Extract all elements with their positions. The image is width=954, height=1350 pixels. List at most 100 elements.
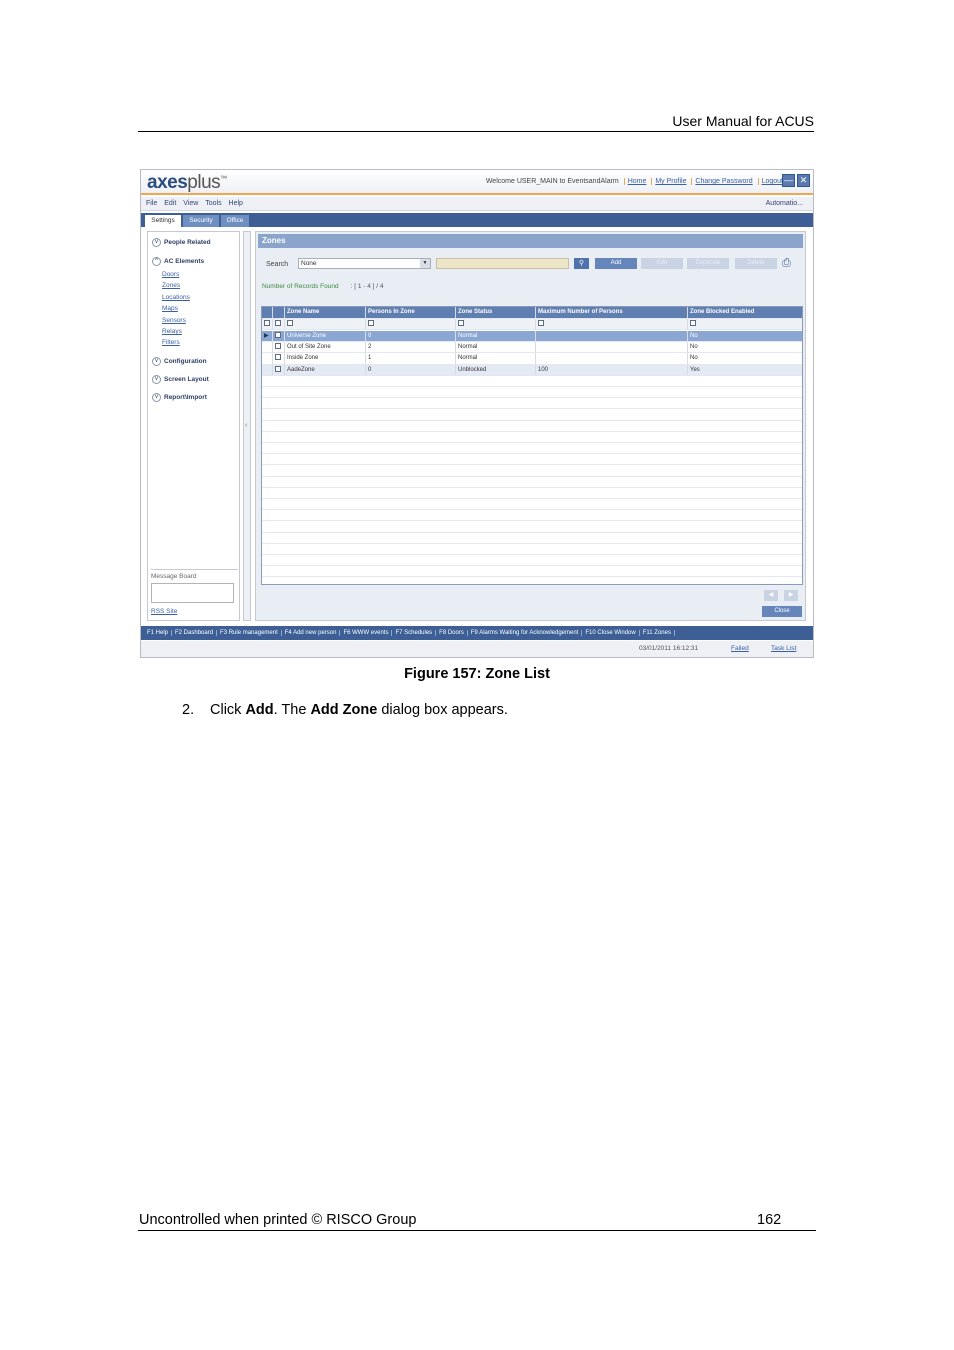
tab-settings[interactable]: Settings [145,215,181,227]
panel-splitter[interactable]: ‹ [243,231,251,621]
table-row[interactable]: Out of Site Zone 2 Normal No [262,342,802,354]
print-icon[interactable]: ⎙ [782,257,796,270]
row-pointer-icon: ▶ [264,333,269,339]
section-screen-layout[interactable]: v Screen Layout [152,375,209,384]
prev-page-icon[interactable]: ◀ [764,590,778,601]
table-row[interactable]: AadeZone 0 Unblocked 100 Yes [262,364,802,376]
filter-checkbox[interactable] [458,319,464,326]
empty-row [262,499,802,511]
filter-checkbox[interactable] [368,319,374,326]
app-screenshot: axesplus™ Welcome USER_MAIN to Eventsand… [140,169,814,658]
empty-row [262,566,802,578]
tab-office[interactable]: Office [221,215,249,227]
chevron-up-icon: ^ [152,257,161,266]
fkey-f2[interactable]: F2 Dashboard [172,630,218,636]
section-report-import[interactable]: v Report\Import [152,393,207,402]
tab-strip: Settings Security Office [141,213,813,227]
cell-zone-name: Out of Site Zone [284,342,365,353]
zones-title: Zones [258,234,803,248]
task-list-link[interactable]: Task List [771,645,796,652]
cell-max [535,342,687,353]
section-people-related[interactable]: v People Related [152,238,211,247]
menu-edit[interactable]: Edit [164,200,176,207]
column-header[interactable]: Persons In Zone [365,307,455,318]
close-button[interactable]: Close [762,606,802,617]
cell-blocked: No [687,331,802,342]
sidebar-item-filters[interactable]: Filters [162,337,190,348]
sidebar-item-relays[interactable]: Relays [162,326,190,337]
chevron-down-icon: v [152,238,161,247]
duplicate-button[interactable]: Duplicate [687,258,729,269]
collapse-arrow-icon[interactable]: ‹ [245,422,247,429]
fkey-f10[interactable]: F10 Close Window [582,630,640,636]
close-icon[interactable]: ✕ [797,174,810,187]
change-password-link[interactable]: Change Password [691,178,753,185]
page-number: 162 [757,1212,782,1228]
cell-status: Normal [455,331,535,342]
search-select[interactable]: None ▼ [298,258,431,269]
sidebar-item-doors[interactable]: Doors [162,269,190,280]
filter-checkbox[interactable] [287,319,293,326]
section-ac-elements[interactable]: ^ AC Elements [152,257,204,266]
menu-view[interactable]: View [183,200,198,207]
add-button[interactable]: Add [595,258,637,269]
chevron-down-icon[interactable]: ▼ [420,259,430,268]
empty-row [262,454,802,466]
home-link[interactable]: Home [623,178,647,185]
table-row[interactable]: Inside Zone 1 Normal No [262,353,802,365]
fkey-f11[interactable]: F11 Zones [639,630,675,636]
fkey-f6[interactable]: F6 WWW events [340,630,393,636]
sidebar-item-locations[interactable]: Locations [162,292,190,303]
minimize-icon[interactable]: — [782,174,795,187]
app-topbar: axesplus™ Welcome USER_MAIN to Eventsand… [141,170,813,195]
row-checkbox[interactable] [275,365,281,372]
row-checkbox[interactable] [275,331,281,338]
sidebar-item-sensors[interactable]: Sensors [162,315,190,326]
search-icon[interactable]: ⚲ [574,258,589,269]
edit-button[interactable]: Edit [641,258,683,269]
fkey-f7[interactable]: F7 Schedules [392,630,437,636]
menu-help[interactable]: Help [229,200,243,207]
column-header[interactable]: Zone Name [284,307,365,318]
column-header[interactable]: Maximum Number of Persons [535,307,687,318]
empty-row [262,421,802,432]
fkey-f3[interactable]: F3 Rule management [217,630,282,636]
column-header[interactable]: Zone Blocked Enabled [687,307,802,318]
next-page-icon[interactable]: ▶ [784,590,798,601]
filter-checkbox[interactable] [275,319,281,326]
fkey-f4[interactable]: F4 Add new person [281,630,341,636]
sidebar-item-maps[interactable]: Maps [162,303,190,314]
rss-link[interactable]: RSS Site [151,608,177,615]
menu-file[interactable]: File [146,200,157,207]
cell-status: Normal [455,353,535,364]
tab-security[interactable]: Security [183,215,219,227]
cell-persons: 2 [365,342,455,353]
my-profile-link[interactable]: My Profile [651,178,687,185]
menu-tools[interactable]: Tools [205,200,221,207]
empty-row [262,521,802,533]
empty-row [262,443,802,455]
fkey-f9[interactable]: F9 Alarms Waiting for Acknowledgement [467,630,583,636]
filter-checkbox[interactable] [690,319,696,326]
delete-button[interactable]: Delete [735,258,777,269]
column-header[interactable]: Zone Status [455,307,535,318]
automation-menu[interactable]: Automatio... [766,197,803,210]
logout-link[interactable]: Logout [757,178,783,185]
message-board-box[interactable] [151,583,234,603]
figure-caption: Figure 157: Zone List [404,666,550,682]
sidebar-item-zones[interactable]: Zones [162,280,190,291]
select-all-checkbox[interactable] [264,319,270,326]
top-links: Welcome USER_MAIN to EventsandAlarm Home… [480,178,783,185]
table-row[interactable]: ▶ Universe Zone 0 Normal No [262,331,802,343]
failed-link[interactable]: Failed [731,645,749,652]
row-checkbox[interactable] [275,354,281,361]
search-input[interactable] [436,258,569,269]
row-checkbox[interactable] [275,343,281,350]
cell-max: 100 [535,364,687,375]
left-panel: v People Related ^ AC Elements Doors Zones… [147,231,240,621]
zones-grid: Zone Name Persons In Zone Zone Status Ma… [261,306,803,585]
filter-checkbox[interactable] [538,319,544,326]
section-configuration[interactable]: v Configuration [152,357,207,366]
fkey-f8[interactable]: F8 Doors [436,630,468,636]
fkey-f1[interactable]: F1 Help [144,630,173,636]
